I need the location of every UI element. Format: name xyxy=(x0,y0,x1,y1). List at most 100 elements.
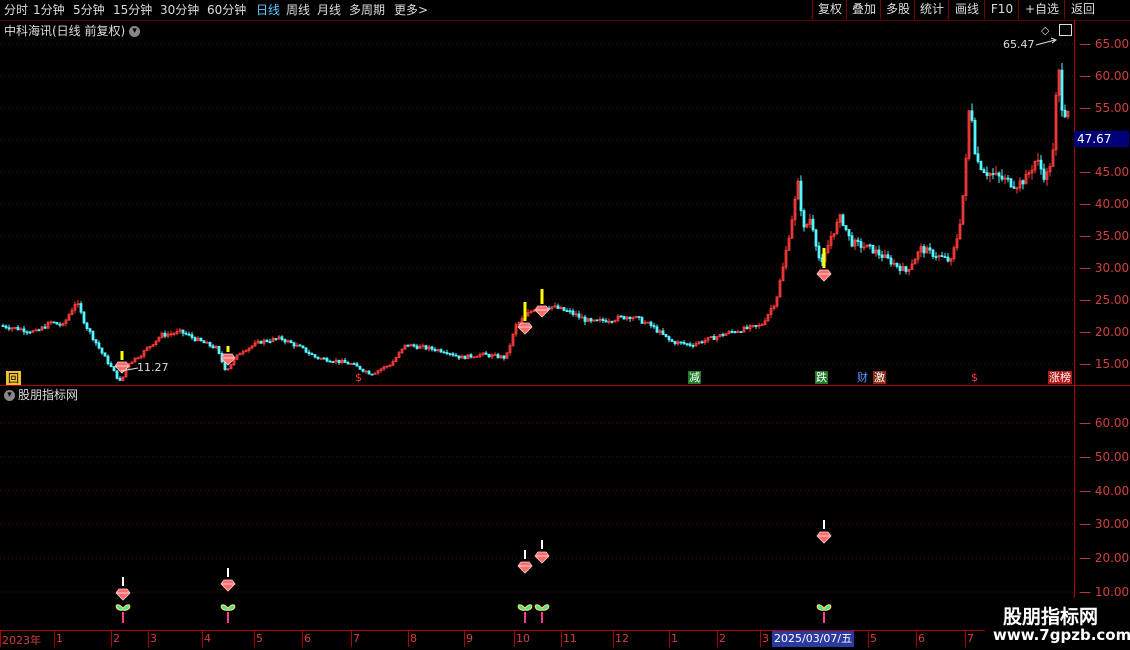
tab-15min[interactable]: 15分钟 xyxy=(113,1,152,19)
candle-body xyxy=(688,343,692,346)
candle-body xyxy=(799,180,803,212)
candle-body xyxy=(487,354,491,358)
date-tick-line xyxy=(561,631,562,647)
signal-bar xyxy=(120,351,124,360)
candle-body xyxy=(622,315,626,320)
candle-body xyxy=(118,377,122,381)
multi-stock-button[interactable]: 多股 xyxy=(880,0,915,19)
period-toolbar: 分时 1分钟 5分钟 15分钟 30分钟 60分钟 日线 周线 月线 多周期 更… xyxy=(0,0,1130,21)
candle-body xyxy=(1012,186,1016,189)
event-mark-top-list[interactable]: 涨榜 xyxy=(1048,371,1072,384)
event-mark-incentive[interactable]: 激 xyxy=(873,371,886,384)
candle-body xyxy=(484,352,488,355)
indicator-tick: — 30.00 xyxy=(1079,517,1130,532)
price-tick: — 30.00 xyxy=(1079,261,1130,275)
candle-body xyxy=(868,244,872,247)
tab-multi-period[interactable]: 多周期 xyxy=(349,1,385,19)
main-chart-area[interactable] xyxy=(0,20,1074,386)
candle-body xyxy=(55,322,59,325)
candle-body xyxy=(502,355,506,359)
candle-body xyxy=(844,225,848,230)
candle-body xyxy=(4,325,8,329)
tab-5min[interactable]: 5分钟 xyxy=(73,1,105,19)
candle-body xyxy=(814,229,818,247)
candle-body xyxy=(604,320,608,323)
candle-body xyxy=(28,331,32,334)
candle-body xyxy=(871,244,875,254)
indicator-chart-area[interactable] xyxy=(0,386,1074,630)
event-mark-dollar-2[interactable]: $ xyxy=(970,371,979,384)
candle-body xyxy=(406,344,410,347)
candle-body xyxy=(628,316,632,320)
candle-body xyxy=(298,344,302,347)
tab-weekly[interactable]: 周线 xyxy=(286,1,310,19)
candle-body xyxy=(343,359,347,363)
tab-daily[interactable]: 日线 xyxy=(256,1,280,19)
add-watchlist-button[interactable]: +自选 xyxy=(1018,0,1065,19)
candle-body xyxy=(457,355,461,359)
indicator-grid xyxy=(0,422,1074,593)
candle-body xyxy=(190,334,194,338)
candle-body xyxy=(577,313,581,318)
candle-body xyxy=(619,315,623,318)
event-mark-finance[interactable]: 财 xyxy=(856,371,869,384)
tab-1min[interactable]: 1分钟 xyxy=(33,1,65,19)
date-tick-line xyxy=(868,631,869,647)
date-axis[interactable]: 2023年 1 2 3 4 5 6 7 8 9 10 11 12 1 2 3 5 6 7 2025/03/07/五 xyxy=(0,630,1000,649)
candle-body xyxy=(307,351,311,355)
candle-body xyxy=(931,249,935,257)
draw-line-button[interactable]: 画线 xyxy=(948,0,985,19)
price-tick: — 15.00 xyxy=(1079,357,1130,371)
candle-body xyxy=(691,345,695,347)
candle-body xyxy=(562,307,566,312)
candle-body xyxy=(1042,168,1046,180)
candle-body xyxy=(25,331,29,334)
adjust-button[interactable]: 复权 xyxy=(812,0,847,19)
f10-button[interactable]: F10 xyxy=(984,0,1019,19)
event-mark-dollar[interactable]: $ xyxy=(354,371,363,384)
date-tick: 2 xyxy=(113,632,120,645)
candle-body xyxy=(181,329,185,334)
tab-30min[interactable]: 30分钟 xyxy=(160,1,199,19)
event-mark-reduce[interactable]: 减 xyxy=(688,371,701,384)
candle-body xyxy=(841,214,845,226)
candle-body xyxy=(430,346,434,350)
back-button[interactable]: 返回 xyxy=(1064,0,1101,19)
selected-date: 2025/03/07/五 xyxy=(772,631,855,647)
signal-bar xyxy=(523,302,527,321)
candle-body xyxy=(463,355,467,360)
candle-body xyxy=(655,326,659,333)
candle-body xyxy=(91,330,95,341)
date-tick: 1 xyxy=(671,632,678,645)
candle-body xyxy=(202,340,206,344)
candle-body xyxy=(367,370,371,375)
candle-body xyxy=(664,334,668,337)
tab-monthly[interactable]: 月线 xyxy=(317,1,341,19)
candle-body xyxy=(52,321,56,324)
candle-body xyxy=(109,363,113,368)
candle-body xyxy=(850,235,854,247)
date-tick-line xyxy=(408,631,409,647)
candle-body xyxy=(673,341,677,345)
tick-mark xyxy=(541,540,543,549)
candle-body xyxy=(280,336,284,340)
tab-more[interactable]: 更多> xyxy=(394,1,428,19)
candle-body xyxy=(79,303,83,313)
date-tick: 8 xyxy=(410,632,417,645)
overlay-button[interactable]: 叠加 xyxy=(846,0,881,19)
candle-body xyxy=(802,210,806,228)
candle-body xyxy=(679,341,683,344)
candle-body xyxy=(733,331,737,333)
event-mark-fall[interactable]: 跌 xyxy=(815,371,828,384)
candle-body xyxy=(193,337,197,342)
candle-body xyxy=(187,333,191,336)
date-tick: 3 xyxy=(150,632,157,645)
statistics-button[interactable]: 统计 xyxy=(914,0,949,19)
candle-body xyxy=(184,332,188,335)
tab-intraday[interactable]: 分时 xyxy=(4,1,28,19)
tab-60min[interactable]: 60分钟 xyxy=(207,1,246,19)
candle-body xyxy=(163,332,167,337)
candle-body xyxy=(1,325,5,328)
event-mark-hui[interactable]: 回 xyxy=(6,371,21,386)
tab-more-label: 更多 xyxy=(394,3,419,17)
